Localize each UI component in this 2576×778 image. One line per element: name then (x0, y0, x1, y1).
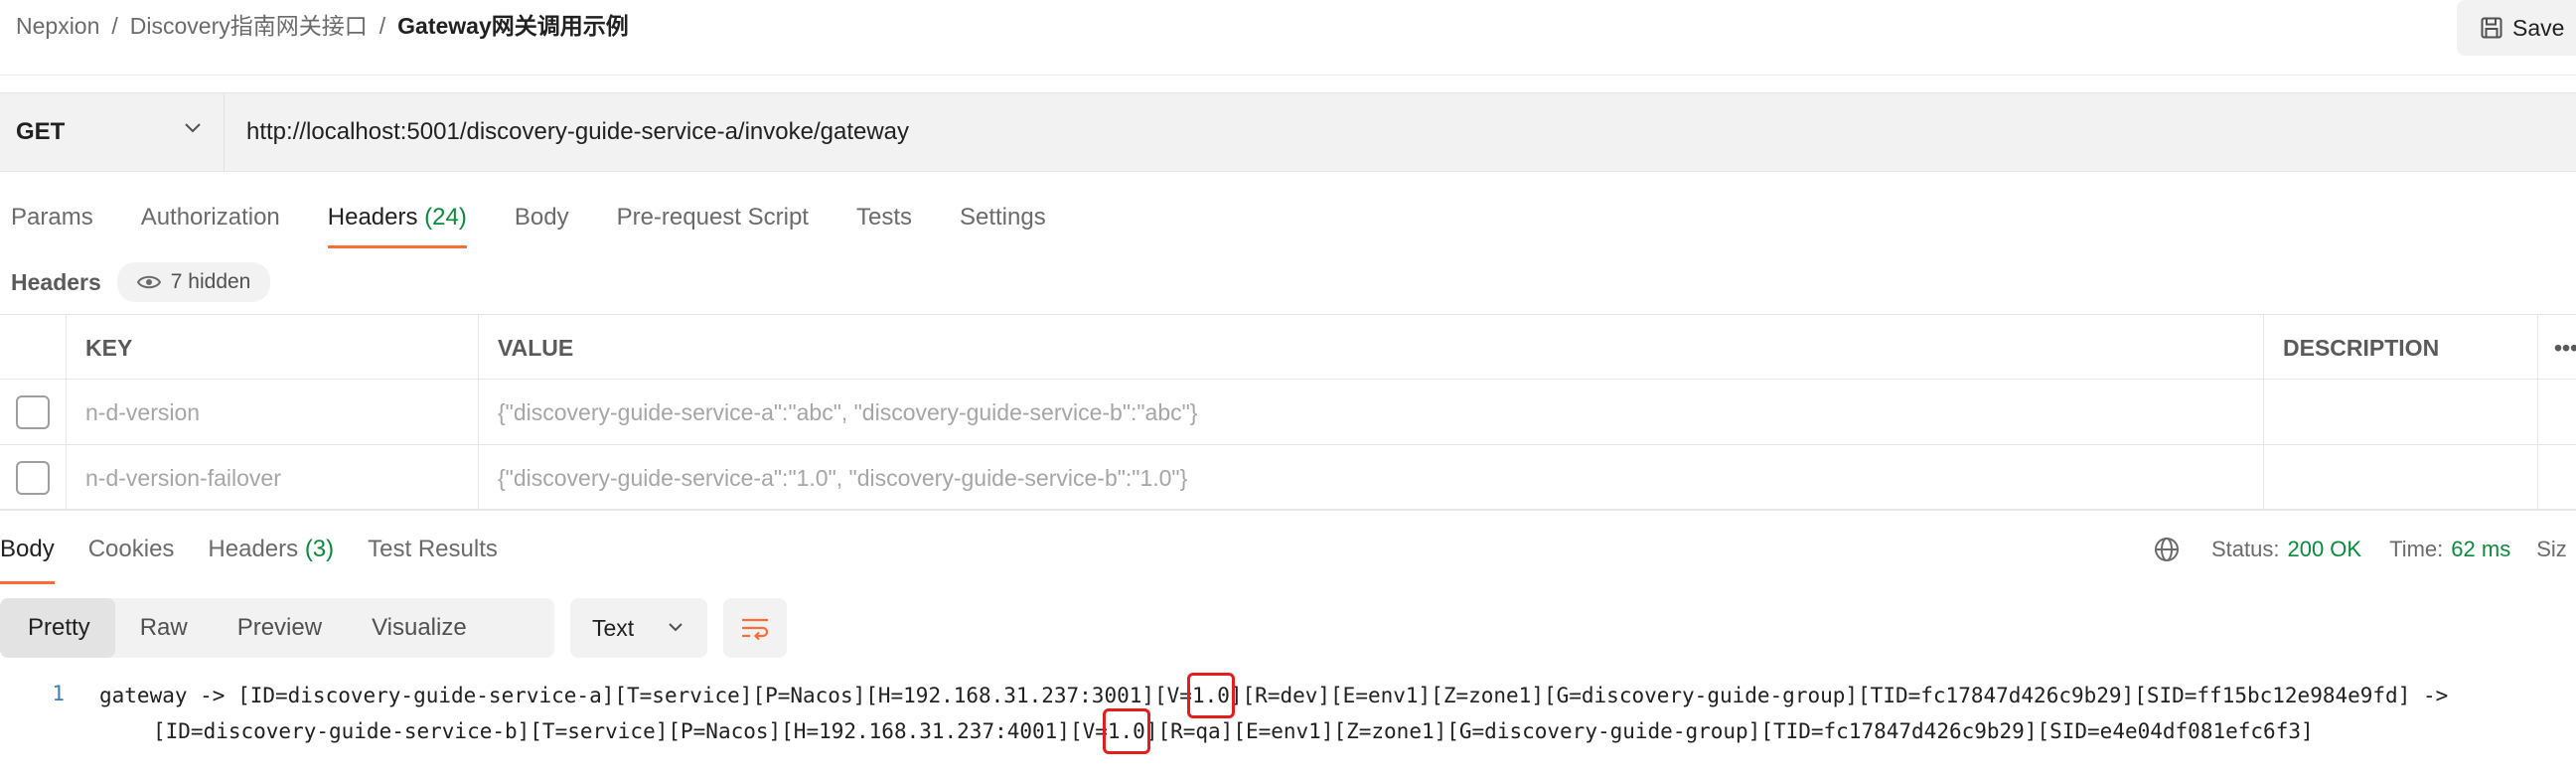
breadcrumb-collection[interactable]: Discovery指南网关接口 (130, 8, 368, 44)
tab-response-body[interactable]: Body (0, 527, 55, 584)
breadcrumb-request-title[interactable]: Gateway网关调用示例 (397, 8, 629, 44)
header-check-column (0, 315, 67, 381)
header-value-cell[interactable]: {"discovery-guide-service-a":"1.0", "dis… (479, 445, 2264, 511)
header-key-cell[interactable]: n-d-version (67, 380, 479, 445)
top-bar: Nepxion / Discovery指南网关接口 / Gateway网关调用示… (0, 0, 2576, 76)
headers-section-title: Headers (11, 268, 101, 295)
code-text: gateway -> [ID=discovery-guide-service-a… (99, 684, 1192, 707)
breadcrumb-separator: / (111, 13, 118, 39)
row-checkbox[interactable] (16, 461, 50, 495)
code-text: ][R=qa][E=env1][Z=zone1][G=discovery-gui… (1144, 719, 2314, 743)
row-spacer (2538, 380, 2576, 445)
time-label: Time: (2389, 537, 2444, 561)
tab-cookies[interactable]: Cookies (88, 527, 175, 582)
column-header-value: VALUE (479, 315, 2264, 381)
header-description-cell[interactable] (2264, 445, 2538, 511)
row-checkbox-cell (0, 380, 67, 445)
tab-headers-count: (24) (424, 204, 467, 231)
hidden-headers-label: 7 hidden (170, 270, 251, 293)
code-line: gateway -> [ID=discovery-guide-service-a… (99, 673, 2449, 718)
code-text: ][R=dev][E=env1][Z=zone1][G=discovery-gu… (1229, 684, 2449, 707)
tab-headers-label: Headers (327, 204, 418, 231)
hidden-headers-toggle[interactable]: 7 hidden (116, 262, 271, 302)
code-line-wrapped: [ID=discovery-guide-service-b][T=service… (153, 708, 2314, 754)
tab-params[interactable]: Params (0, 195, 105, 250)
time-value[interactable]: 62 ms (2451, 537, 2510, 562)
row-checkbox[interactable] (16, 395, 50, 429)
column-header-key: KEY (67, 315, 479, 381)
tab-body[interactable]: Body (503, 195, 581, 250)
response-meta: Status: 200 OK Time: 62 ms Siz (2154, 527, 2567, 572)
eye-icon (136, 275, 161, 289)
globe-icon[interactable] (2154, 537, 2180, 562)
table-row: n-d-version-failover {"discovery-guide-s… (0, 445, 2576, 511)
chevron-down-icon (185, 123, 201, 133)
headers-table: KEY VALUE DESCRIPTION ••• n-d-version {"… (0, 314, 2576, 511)
request-tabs: Params Authorization Headers (24) Body P… (0, 195, 1082, 250)
more-options-button[interactable]: ••• (2538, 315, 2576, 381)
view-mode-switcher: Pretty Raw Preview Visualize (0, 598, 554, 658)
tab-authorization[interactable]: Authorization (129, 195, 292, 250)
status-label: Status: (2211, 537, 2280, 561)
size-label: Siz (2536, 537, 2567, 561)
status-value[interactable]: 200 OK (2287, 537, 2361, 562)
row-checkbox-cell (0, 445, 67, 511)
method-select[interactable]: GET (0, 93, 225, 171)
headers-subheader: Headers 7 hidden (11, 260, 271, 304)
tab-response-headers-count: (3) (304, 536, 335, 562)
breadcrumb-workspace[interactable]: Nepxion (16, 8, 99, 44)
version-highlight-box: 1.0 (1186, 673, 1235, 718)
tab-response-headers-label: Headers (208, 536, 299, 562)
format-select[interactable]: Text (570, 598, 707, 658)
header-key-cell[interactable]: n-d-version-failover (67, 445, 479, 511)
tab-test-results[interactable]: Test Results (368, 527, 498, 582)
response-tabs: Body Cookies Headers (3) Test Results (0, 527, 531, 584)
tab-settings[interactable]: Settings (948, 195, 1058, 250)
column-header-description: DESCRIPTION (2264, 315, 2538, 381)
method-label: GET (16, 118, 66, 145)
save-icon (2481, 17, 2502, 39)
table-row: n-d-version {"discovery-guide-service-a"… (0, 380, 2576, 445)
row-spacer (2538, 445, 2576, 511)
tab-response-headers[interactable]: Headers (3) (208, 527, 334, 582)
header-value-cell[interactable]: {"discovery-guide-service-a":"abc", "dis… (479, 380, 2264, 445)
wrap-lines-icon (742, 618, 769, 640)
pane-divider[interactable] (0, 509, 2576, 521)
tab-tests[interactable]: Tests (844, 195, 924, 250)
tab-headers[interactable]: Headers (24) (316, 195, 479, 250)
view-mode-preview[interactable]: Preview (213, 598, 347, 658)
code-text: [ID=discovery-guide-service-b][T=service… (153, 719, 1108, 743)
tab-pre-request-script[interactable]: Pre-request Script (605, 195, 821, 250)
breadcrumb-separator: / (379, 13, 386, 39)
view-mode-visualize[interactable]: Visualize (347, 598, 492, 658)
view-mode-raw[interactable]: Raw (115, 598, 213, 658)
breadcrumb: Nepxion / Discovery指南网关接口 / Gateway网关调用示… (16, 8, 629, 44)
request-line: GET http://localhost:5001/discovery-guid… (0, 92, 2576, 172)
view-mode-pretty[interactable]: Pretty (0, 598, 115, 658)
save-button[interactable]: Save (2457, 0, 2576, 56)
response-toolbar: Pretty Raw Preview Visualize Text (0, 598, 787, 658)
save-button-label: Save (2512, 14, 2565, 41)
url-input[interactable]: http://localhost:5001/discovery-guide-se… (246, 93, 909, 171)
header-description-cell[interactable] (2264, 380, 2538, 445)
version-highlight-box: 1.0 (1102, 708, 1150, 754)
wrap-lines-button[interactable] (723, 598, 787, 658)
chevron-down-icon (669, 623, 682, 632)
line-number: 1 (52, 682, 65, 705)
format-select-value: Text (592, 614, 635, 641)
table-header-row: KEY VALUE DESCRIPTION ••• (0, 314, 2576, 381)
